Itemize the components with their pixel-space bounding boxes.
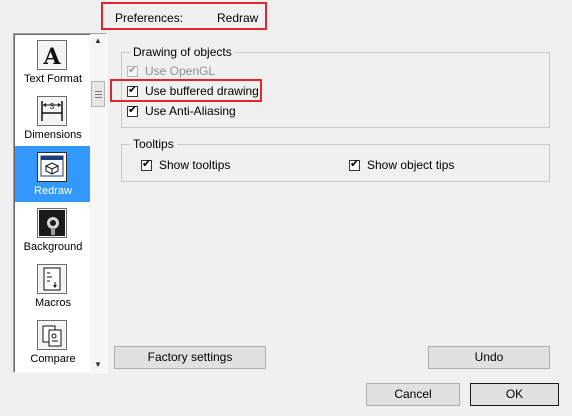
svg-text:3: 3 xyxy=(50,102,55,111)
dimensions-icon: 3 xyxy=(37,96,67,126)
checkbox-box[interactable]: ✔ xyxy=(127,83,138,97)
use-anti-aliasing-checkbox[interactable]: ✔ Use Anti-Aliasing xyxy=(127,103,236,119)
show-tooltips-checkbox[interactable]: ✔ Show tooltips xyxy=(141,157,230,173)
background-icon xyxy=(37,208,67,238)
category-label: Background xyxy=(23,241,83,253)
ok-button[interactable]: OK xyxy=(470,383,559,406)
category-background[interactable]: Background xyxy=(15,202,91,258)
preferences-header: Preferences: Redraw xyxy=(101,2,267,30)
scroll-thumb[interactable] xyxy=(91,81,105,107)
svg-text:A: A xyxy=(42,44,61,69)
checkbox-label: Use OpenGL xyxy=(145,64,216,78)
category-dimensions[interactable]: 3 Dimensions xyxy=(15,90,91,146)
check-mark-icon: ✔ xyxy=(128,63,138,76)
scroll-up-arrow-icon[interactable]: ▲ xyxy=(90,34,106,48)
category-label: Redraw xyxy=(34,185,72,197)
compare-icon xyxy=(37,320,67,350)
category-label: Dimensions xyxy=(24,129,82,141)
category-redraw[interactable]: Redraw xyxy=(15,146,91,202)
checkbox-label: Use Anti-Aliasing xyxy=(145,104,236,118)
category-compare[interactable]: Compare xyxy=(15,314,91,370)
scroll-down-arrow-icon[interactable]: ▼ xyxy=(90,358,106,372)
show-object-tips-checkbox[interactable]: ✔ Show object tips xyxy=(349,157,454,173)
check-mark-icon: ✔ xyxy=(128,103,138,116)
factory-settings-button[interactable]: Factory settings xyxy=(114,346,266,369)
header-value: Redraw xyxy=(217,11,259,25)
category-label: Macros xyxy=(34,297,72,309)
checkbox-box[interactable]: ✔ xyxy=(127,63,138,77)
group-title: Drawing of objects xyxy=(130,45,235,59)
check-mark-icon: ✔ xyxy=(128,83,138,96)
use-buffered-drawing-checkbox[interactable]: ✔ Use buffered drawing xyxy=(127,83,259,99)
checkbox-label: Show tooltips xyxy=(159,158,231,172)
category-scrollbar[interactable]: ▲ ▼ xyxy=(90,34,106,372)
redraw-icon xyxy=(37,152,67,182)
cancel-button[interactable]: Cancel xyxy=(366,383,460,406)
check-mark-icon: ✔ xyxy=(350,157,360,170)
checkbox-label: Use buffered drawing xyxy=(145,84,259,98)
use-opengl-checkbox[interactable]: ✔ Use OpenGL xyxy=(127,63,215,79)
text-format-icon: A xyxy=(37,40,67,70)
category-macros[interactable]: Macros xyxy=(15,258,91,314)
checkbox-box[interactable]: ✔ xyxy=(349,157,360,171)
macros-icon xyxy=(37,264,67,294)
checkbox-box[interactable]: ✔ xyxy=(127,103,138,117)
category-text-format[interactable]: A Text Format xyxy=(15,34,91,90)
category-label: Text Format xyxy=(23,73,83,85)
checkbox-box[interactable]: ✔ xyxy=(141,157,152,171)
group-title: Tooltips xyxy=(130,137,177,151)
check-mark-icon: ✔ xyxy=(142,157,152,170)
undo-button[interactable]: Undo xyxy=(428,346,550,369)
category-label: Compare xyxy=(30,353,76,365)
checkbox-label: Show object tips xyxy=(367,158,455,172)
header-label: Preferences: xyxy=(115,11,184,25)
